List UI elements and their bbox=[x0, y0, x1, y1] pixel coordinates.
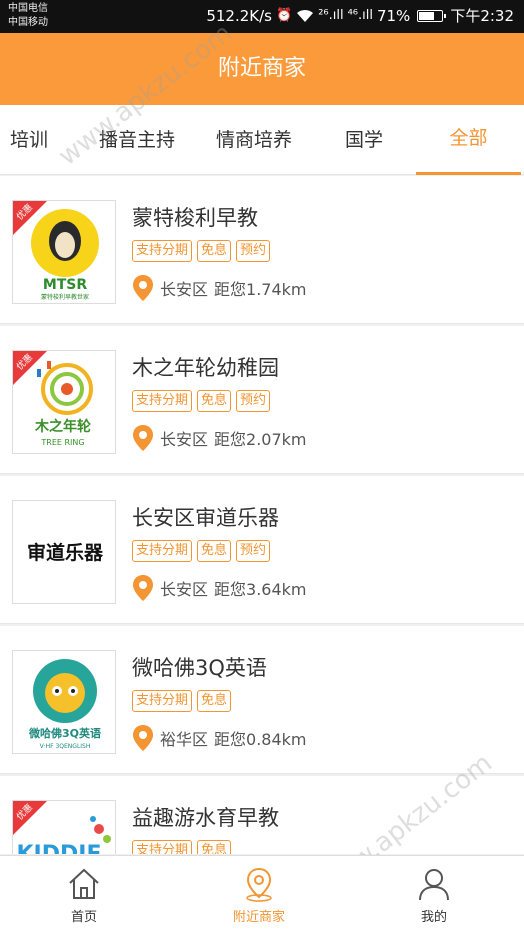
network-speed: 512.2K/s bbox=[206, 7, 272, 25]
tab-guoxue[interactable]: 国学 bbox=[328, 105, 400, 175]
merchant-item[interactable]: KIDDIE 优惠 益趣游水育早教 支持分期 免息 bbox=[0, 776, 524, 854]
tab-broadcasting[interactable]: 播音主持 bbox=[86, 105, 188, 175]
merchant-name: 长安区审道乐器 bbox=[132, 506, 279, 530]
nav-home-label: 首页 bbox=[70, 910, 97, 925]
location-pin-icon bbox=[133, 275, 153, 301]
merchant-logo: 微哈佛3Q英语 V·HF 3QENGLISH bbox=[12, 650, 116, 754]
vhf-logo-image: 微哈佛3Q英语 V·HF 3QENGLISH bbox=[28, 659, 101, 750]
tag-installment: 支持分期 bbox=[132, 840, 193, 854]
clock: 下午2:32 bbox=[450, 7, 514, 25]
page-title: 附近商家 bbox=[0, 33, 524, 105]
merchant-distance: 距您0.84km bbox=[214, 730, 307, 749]
tag-appointment: 预约 bbox=[236, 390, 271, 412]
nav-mine[interactable]: 我的 bbox=[374, 856, 494, 929]
battery-percent: 71% bbox=[376, 7, 411, 25]
merchant-list: MTSR 蒙特梭利早教世家 优惠 蒙特梭利早教 支持分期 免息 预约 长安区 距… bbox=[0, 176, 524, 854]
tab-all[interactable]: 全部 bbox=[416, 105, 521, 175]
merchant-name: 蒙特梭利早教 bbox=[132, 206, 258, 230]
logo-text: 审道乐器 bbox=[27, 541, 104, 564]
merchant-tags: 支持分期 免息 bbox=[132, 690, 232, 712]
merchant-location: 长安区 距您3.64km bbox=[132, 574, 307, 602]
tag-appointment: 预约 bbox=[236, 540, 271, 562]
tag-installment: 支持分期 bbox=[132, 390, 193, 412]
carrier-info: 中国电信 中国移动 bbox=[8, 2, 48, 30]
wifi-icon bbox=[297, 9, 314, 22]
shendao-logo-image: 审道乐器 bbox=[27, 541, 104, 564]
location-pin-icon bbox=[133, 725, 153, 751]
merchant-district: 长安区 bbox=[160, 280, 209, 299]
merchant-tags: 支持分期 免息 预约 bbox=[132, 240, 271, 262]
tab-eq[interactable]: 情商培养 bbox=[203, 105, 305, 175]
logo-subtext: TREE RING bbox=[40, 438, 84, 447]
merchant-distance: 距您1.74km bbox=[214, 280, 307, 299]
merchant-name: 微哈佛3Q英语 bbox=[132, 656, 267, 680]
logo-text: 木之年轮 bbox=[34, 418, 91, 435]
tag-appointment: 预约 bbox=[236, 240, 271, 262]
location-pin-icon bbox=[133, 575, 153, 601]
signal-2-icon: ⁴⁶.ıll bbox=[347, 8, 373, 23]
tag-installment: 支持分期 bbox=[132, 540, 193, 562]
merchant-district: 长安区 bbox=[160, 580, 209, 599]
carrier-2: 中国移动 bbox=[8, 17, 48, 28]
signal-1-icon: ²⁶.ıll bbox=[318, 8, 344, 23]
merchant-tags: 支持分期 免息 bbox=[132, 840, 232, 854]
merchant-distance: 距您2.07km bbox=[214, 430, 307, 449]
nav-nearby-label: 附近商家 bbox=[232, 910, 285, 925]
merchant-district: 裕华区 bbox=[160, 730, 209, 749]
status-bar: 中国电信 中国移动 512.2K/s ⏰ ²⁶.ıll ⁴⁶.ıll 71% 下… bbox=[0, 0, 524, 33]
merchant-tags: 支持分期 免息 预约 bbox=[132, 540, 271, 562]
merchant-tags: 支持分期 免息 预约 bbox=[132, 390, 271, 412]
logo-text: KIDDIE bbox=[17, 842, 102, 854]
user-icon bbox=[419, 869, 449, 901]
location-icon bbox=[246, 867, 272, 902]
merchant-item[interactable]: 审道乐器 长安区审道乐器 支持分期 免息 预约 长安区 距您3.64km bbox=[0, 476, 524, 624]
merchant-item[interactable]: 微哈佛3Q英语 V·HF 3QENGLISH 微哈佛3Q英语 支持分期 免息 裕… bbox=[0, 626, 524, 774]
tab-training[interactable]: 培训 bbox=[0, 105, 58, 175]
location-pin-icon bbox=[133, 425, 153, 451]
home-icon bbox=[69, 868, 99, 899]
merchant-logo: 审道乐器 bbox=[12, 500, 116, 604]
tag-interest-free: 免息 bbox=[197, 540, 232, 562]
merchant-item[interactable]: MTSR 蒙特梭利早教世家 优惠 蒙特梭利早教 支持分期 免息 预约 长安区 距… bbox=[0, 176, 524, 324]
alarm-icon: ⏰ bbox=[276, 8, 293, 23]
merchant-name: 木之年轮幼稚园 bbox=[132, 356, 279, 380]
tag-interest-free: 免息 bbox=[197, 240, 232, 262]
nav-nearby[interactable]: 附近商家 bbox=[199, 856, 319, 929]
merchant-location: 长安区 距您2.07km bbox=[132, 424, 307, 452]
merchant-logo: MTSR 蒙特梭利早教世家 优惠 bbox=[12, 200, 116, 304]
merchant-distance: 距您3.64km bbox=[214, 580, 307, 599]
bottom-nav: 首页 附近商家 我的 bbox=[0, 855, 524, 929]
tag-installment: 支持分期 bbox=[132, 240, 193, 262]
carrier-1: 中国电信 bbox=[8, 3, 48, 14]
nav-mine-label: 我的 bbox=[420, 910, 447, 925]
tag-interest-free: 免息 bbox=[197, 690, 232, 712]
logo-text: MTSR bbox=[43, 277, 88, 293]
tag-interest-free: 免息 bbox=[197, 840, 232, 854]
logo-text: 微哈佛3Q英语 bbox=[28, 726, 101, 740]
category-tabs: 培训 播音主持 情商培养 国学 全部 bbox=[0, 105, 524, 175]
tag-interest-free: 免息 bbox=[197, 390, 232, 412]
logo-subtext: V·HF 3QENGLISH bbox=[40, 743, 91, 750]
battery-icon bbox=[417, 10, 447, 22]
merchant-logo: KIDDIE 优惠 bbox=[12, 800, 116, 854]
tag-installment: 支持分期 bbox=[132, 690, 193, 712]
merchant-item[interactable]: 木之年轮 TREE RING 优惠 木之年轮幼稚园 支持分期 免息 预约 长安区… bbox=[0, 326, 524, 474]
merchant-location: 裕华区 距您0.84km bbox=[132, 724, 307, 752]
merchant-logo: 木之年轮 TREE RING 优惠 bbox=[12, 350, 116, 454]
logo-subtext: 蒙特梭利早教世家 bbox=[41, 293, 89, 301]
merchant-district: 长安区 bbox=[160, 430, 209, 449]
nav-home[interactable]: 首页 bbox=[24, 856, 144, 929]
merchant-name: 益趣游水育早教 bbox=[132, 806, 279, 830]
status-indicators: 512.2K/s ⏰ ²⁶.ıll ⁴⁶.ıll 71% 下午2:32 bbox=[206, 5, 514, 27]
merchant-location: 长安区 距您1.74km bbox=[132, 274, 307, 302]
